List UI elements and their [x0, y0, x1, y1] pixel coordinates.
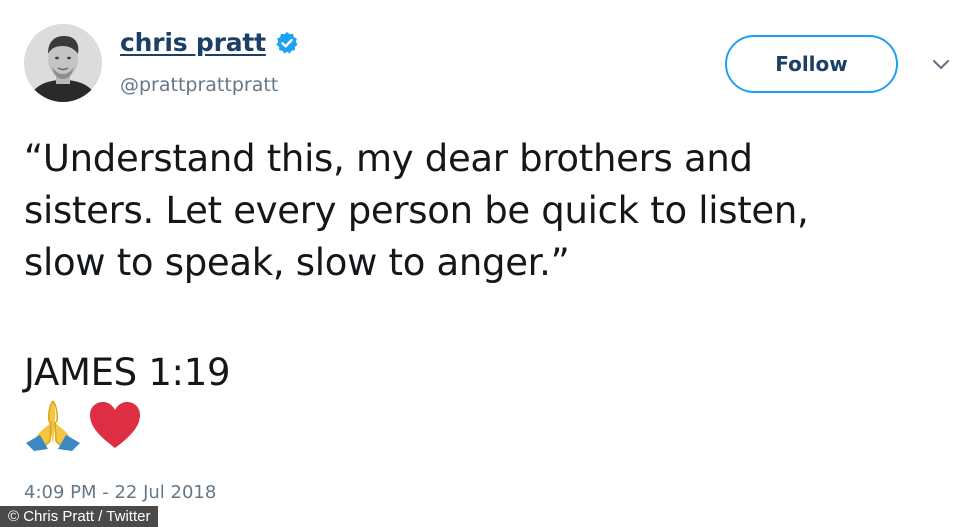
photo-credit: © Chris Pratt / Twitter — [0, 506, 159, 527]
chevron-down-icon[interactable] — [931, 58, 951, 72]
tweet-text-line: “Understand this, my dear brothers and — [24, 137, 753, 180]
author-header: chris pratt — [120, 28, 299, 57]
tweet-timestamp[interactable]: 4:09 PM - 22 Jul 2018 — [24, 482, 216, 503]
display-name[interactable]: chris pratt — [120, 28, 266, 57]
emoji-row — [24, 399, 142, 451]
follow-button[interactable]: Follow — [725, 35, 898, 93]
user-handle[interactable]: @prattprattpratt — [120, 74, 278, 96]
avatar[interactable] — [24, 24, 102, 102]
folded-hands-emoji-icon — [26, 400, 80, 451]
tweet-text-line: slow to speak, slow to anger.” — [24, 241, 570, 284]
red-heart-emoji-icon — [90, 402, 140, 448]
tweet-text: “Understand this, my dear brothers and s… — [24, 133, 954, 289]
tweet-text-line: sisters. Let every person be quick to li… — [24, 189, 809, 232]
verse-reference: JAMES 1:19 — [24, 351, 231, 394]
verified-badge-icon — [275, 31, 299, 55]
tweet-card: chris pratt @prattprattpratt Follow “Und… — [0, 0, 980, 527]
profile-photo-icon — [24, 24, 102, 102]
